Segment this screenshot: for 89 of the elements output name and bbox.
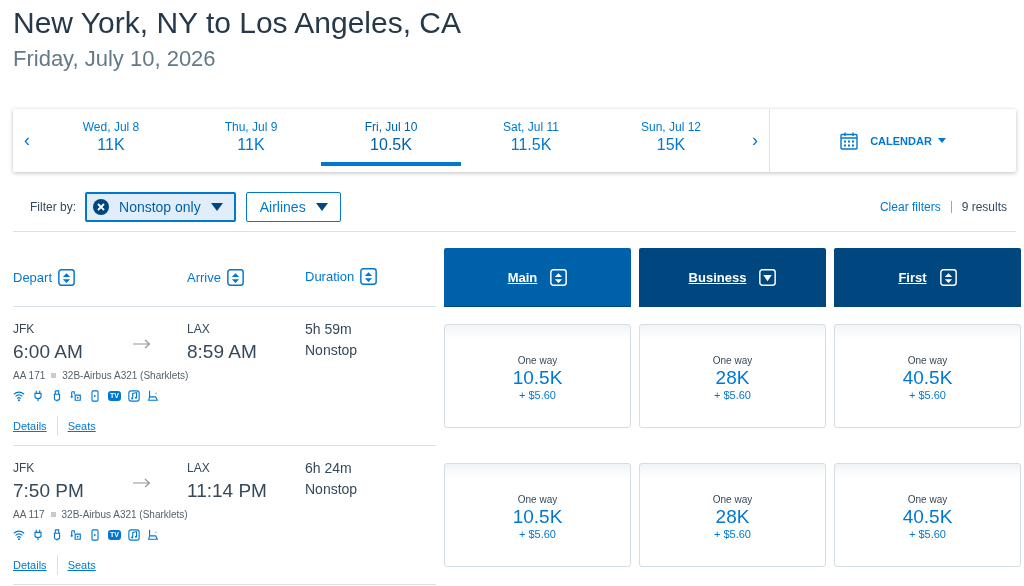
seat-icon — [146, 529, 159, 541]
date-tab[interactable]: Sat, Jul 11 11.5K — [461, 107, 601, 166]
phone-icon — [89, 529, 101, 541]
wifi-icon — [13, 390, 25, 402]
caret-icon — [315, 203, 328, 211]
seats-link[interactable]: Seats — [67, 420, 96, 432]
details-link[interactable]: Details — [13, 559, 47, 571]
fare-card[interactable]: One way 28K + $5.60 — [639, 324, 826, 428]
fare-price: 28K — [715, 505, 750, 528]
media-icon — [70, 390, 82, 402]
wifi-icon — [13, 529, 25, 541]
fare-fee: + $5.60 — [519, 528, 556, 540]
music-icon — [127, 529, 140, 541]
date-tab[interactable]: Wed, Jul 8 11K — [41, 107, 181, 166]
previous-button[interactable]: ‹ — [13, 109, 41, 172]
route-title: New York, NY to Los Angeles, CA — [13, 5, 462, 41]
airport-code: LAX — [187, 321, 211, 337]
arrow-icon — [133, 339, 151, 349]
filter-dropdown[interactable]: Nonstop only — [85, 192, 236, 222]
fare-price: 10.5K — [512, 505, 563, 528]
filter-dropdown[interactable]: Airlines — [245, 192, 341, 222]
fare-fee: + $5.60 — [519, 389, 556, 401]
column-header[interactable]: Depart — [13, 269, 53, 285]
next-button[interactable]: › — [741, 109, 769, 172]
fare-type: One way — [517, 355, 558, 366]
airport-code: LAX — [187, 460, 211, 476]
usb-icon — [51, 529, 63, 541]
cabin-header[interactable]: Business — [639, 248, 826, 307]
fare-type: One way — [712, 355, 753, 366]
media-icon — [70, 529, 82, 541]
fare-fee: + $5.60 — [714, 528, 751, 540]
clear-icon[interactable] — [93, 199, 109, 215]
fare-price: 10.5K — [512, 366, 563, 389]
fare-type: One way — [907, 494, 948, 505]
sort-icon[interactable] — [360, 267, 378, 285]
plug-icon — [32, 390, 44, 402]
sort-icon[interactable] — [226, 268, 244, 286]
column-header[interactable]: Duration — [305, 268, 355, 284]
music-icon — [127, 390, 140, 402]
stops-label: Nonstop — [305, 480, 358, 499]
flight-duration: 5h 59m — [305, 320, 353, 339]
phone-icon — [89, 390, 101, 402]
seat-icon — [146, 390, 159, 402]
caret-icon — [210, 203, 223, 211]
arrow-icon — [133, 478, 151, 488]
flight-duration: 6h 24m — [305, 459, 353, 478]
fare-card[interactable]: One way 40.5K + $5.60 — [834, 324, 1021, 428]
fare-price: 28K — [715, 366, 750, 389]
airport-code: JFK — [13, 321, 36, 337]
caret-icon[interactable] — [937, 138, 946, 143]
arrival-time: 11:14 PM — [187, 479, 268, 503]
fare-card[interactable]: One way 10.5K + $5.60 — [444, 324, 631, 428]
seats-link[interactable]: Seats — [67, 559, 96, 571]
travel-date: Friday, July 10, 2026 — [13, 45, 216, 73]
fare-price: 40.5K — [902, 505, 953, 528]
details-link[interactable]: Details — [13, 420, 47, 432]
aircraft-type: 32B-Airbus A321 (Sharklets) — [62, 370, 189, 381]
filter-label: Filter by: — [30, 200, 76, 214]
fare-type: One way — [517, 494, 558, 505]
departure-time: 7:50 PM — [13, 479, 85, 503]
fare-price: 40.5K — [902, 366, 953, 389]
fare-card[interactable]: One way 10.5K + $5.60 — [444, 463, 631, 567]
date-tab[interactable]: Sun, Jul 12 15K — [601, 107, 741, 166]
airport-code: JFK — [13, 460, 36, 476]
cabin-header[interactable]: First — [834, 248, 1021, 307]
fare-card[interactable]: One way 40.5K + $5.60 — [834, 463, 1021, 567]
flight-number: AA 171 — [13, 370, 46, 381]
date-tab[interactable]: Thu, Jul 9 11K — [181, 107, 321, 166]
calendar-button[interactable]: CALENDAR — [870, 134, 938, 147]
fare-fee: + $5.60 — [909, 389, 946, 401]
date-tab[interactable]: Fri, Jul 10 10.5K — [321, 107, 461, 166]
arrival-time: 8:59 AM — [187, 340, 258, 364]
aircraft-type: 32B-Airbus A321 (Sharklets) — [61, 509, 188, 520]
clear-filters-link[interactable]: Clear filters — [879, 200, 941, 214]
sort-icon[interactable] — [58, 268, 76, 286]
plug-icon — [32, 529, 44, 541]
fare-card[interactable]: One way 28K + $5.60 — [639, 463, 826, 567]
fare-fee: + $5.60 — [909, 528, 946, 540]
results-count: 9 results — [961, 200, 1007, 214]
stops-label: Nonstop — [305, 341, 358, 360]
fare-type: One way — [907, 355, 948, 366]
column-header[interactable]: Arrive — [187, 269, 221, 285]
usb-icon — [51, 390, 63, 402]
fare-type: One way — [712, 494, 753, 505]
calendar-icon[interactable] — [840, 131, 859, 150]
departure-time: 6:00 AM — [13, 340, 84, 364]
fare-fee: + $5.60 — [714, 389, 751, 401]
cabin-header[interactable]: Main — [444, 248, 631, 307]
flight-number: AA 117 — [13, 509, 45, 520]
